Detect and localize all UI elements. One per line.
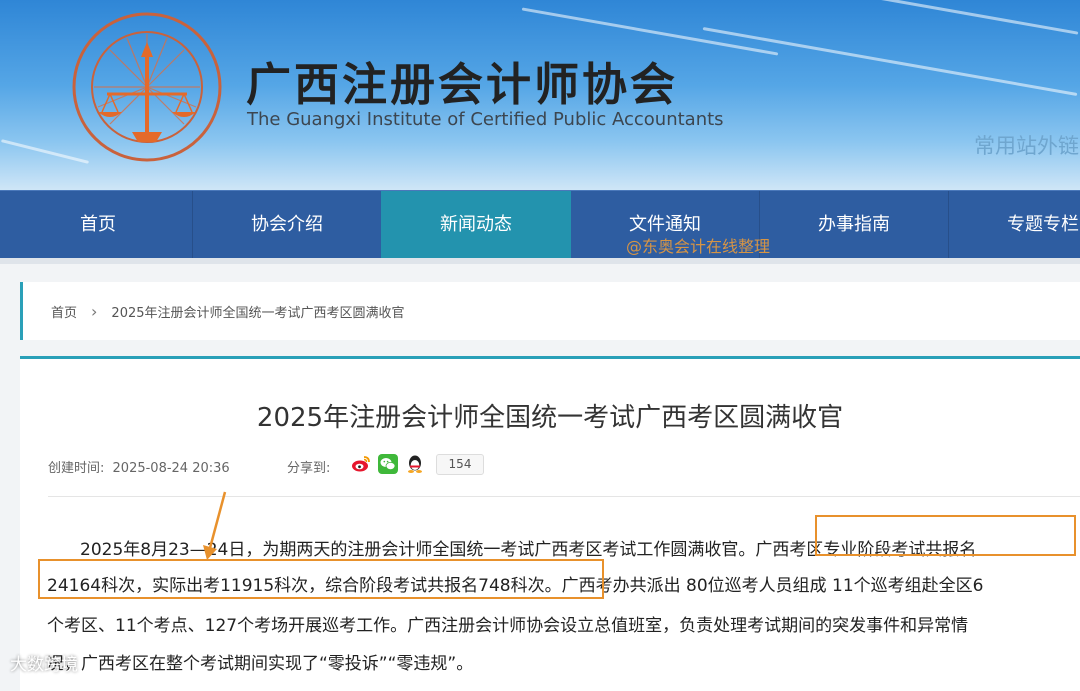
chevron-right-icon: ›: [91, 301, 98, 321]
highlight-box: [38, 559, 604, 599]
qq-icon[interactable]: [405, 454, 425, 474]
site-title: 广西注册会计师协会: [246, 58, 679, 111]
article-paragraph-line: 况，广西考区在整个考试期间实现了“零投诉”“零违规”。: [47, 654, 474, 674]
breadcrumb-home-link[interactable]: 首页: [51, 302, 77, 321]
nav-item-news[interactable]: 新闻动态: [381, 191, 571, 259]
nav-item-topics[interactable]: 专题专栏: [948, 191, 1080, 259]
association-logo[interactable]: [72, 12, 222, 162]
watermark-text: @东奥会计在线整理: [626, 237, 771, 256]
site-header: 广西注册会计师协会 The Guangxi Institute of Certi…: [0, 0, 1080, 190]
wechat-icon[interactable]: [378, 454, 398, 474]
breadcrumb: 首页 › 2025年注册会计师全国统一考试广西考区圆满收官: [20, 282, 1080, 340]
quick-links-link[interactable]: 常用站外链: [974, 130, 1079, 160]
article-divider: [48, 496, 1080, 497]
nav-divider: [192, 191, 193, 259]
weibo-icon[interactable]: [351, 454, 371, 474]
nav-item-home[interactable]: 首页: [3, 191, 193, 259]
created-time-label: 创建时间:: [48, 461, 105, 476]
created-time-value: 2025-08-24 20:36: [112, 461, 230, 476]
breadcrumb-current[interactable]: 2025年注册会计师全国统一考试广西考区圆满收官: [111, 302, 404, 321]
watermark-logo-text: 大数跨境: [10, 655, 78, 675]
share-label: 分享到:: [287, 461, 331, 476]
article-title: 2025年注册会计师全国统一考试广西考区圆满收官: [256, 403, 844, 433]
article-paragraph-line: 个考区、11个考点、127个考场开展巡考工作。广西注册会计师协会设立总值班室，负…: [47, 616, 969, 636]
nav-shadow-band: [0, 258, 1080, 264]
header-decoration: [831, 0, 1079, 35]
view-count-badge: 154: [436, 454, 484, 475]
nav-divider: [948, 191, 949, 259]
created-time: 创建时间: 2025-08-24 20:36: [48, 457, 230, 476]
main-nav: 首页 协会介绍 新闻动态 文件通知 办事指南 专题专栏: [0, 190, 1080, 259]
nav-item-guide[interactable]: 办事指南: [759, 191, 949, 259]
nav-item-about[interactable]: 协会介绍: [192, 191, 382, 259]
highlight-box: [815, 515, 1076, 556]
header-decoration: [702, 27, 1078, 96]
site-subtitle: The Guangxi Institute of Certified Publi…: [247, 109, 724, 130]
